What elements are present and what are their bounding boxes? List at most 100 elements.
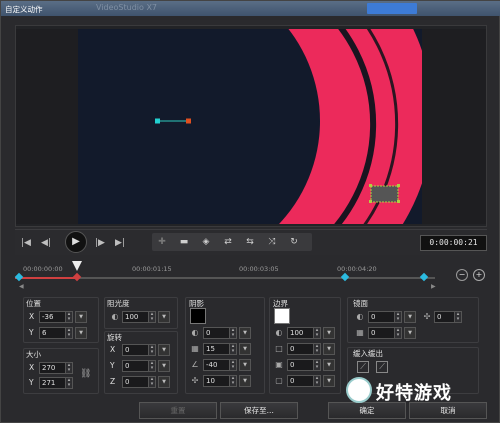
rotation-z-dropdown[interactable]: ▼ — [158, 376, 170, 388]
link-chain-icon[interactable]: ⛓ — [80, 369, 91, 379]
mirror-distance-icon: ✣ — [423, 312, 431, 321]
window-title: 自定义动作 — [5, 5, 43, 14]
keyframe-timeline[interactable]: 00:00:00:00 00:00:01:15 00:00:03:05 00:0… — [14, 259, 487, 293]
zoom-in-icon[interactable]: + — [473, 269, 485, 281]
background-app-button — [367, 3, 417, 14]
shadow-distance-input[interactable]: 10 ▴ ▾ — [203, 375, 237, 387]
preview-canvas[interactable] — [78, 29, 422, 224]
border-width-input[interactable]: 0 ▴ ▾ — [287, 343, 321, 355]
path-start-handle[interactable] — [155, 118, 160, 124]
next-frame-icon[interactable]: |▶ — [93, 236, 107, 250]
size-title: 大小 — [26, 350, 41, 359]
rotation-x-dropdown[interactable]: ▼ — [158, 344, 170, 356]
size-x-label: X — [29, 363, 35, 372]
keyframe-toolbar: ✚ ▬ ◈ ⇄ ⇆ ⤨ ↻ — [152, 233, 312, 251]
reverse-icon[interactable]: ◈ — [198, 235, 214, 249]
mirror-opacity-dropdown[interactable]: ▼ — [404, 311, 416, 323]
mirror-opacity-icon: ◐ — [356, 312, 364, 321]
preview-margin-left — [16, 29, 78, 224]
rotation-y-input[interactable]: 0 ▴ ▾ — [122, 360, 156, 372]
scroll-left-icon[interactable]: ◀ — [19, 283, 24, 290]
border-width-icon: □ — [275, 344, 283, 353]
zoom-out-icon[interactable]: − — [456, 269, 468, 281]
end-icon[interactable]: ▶| — [113, 236, 127, 250]
border-blur-input[interactable]: 0 ▴ ▾ — [287, 359, 321, 371]
shadow-opacity-input[interactable]: 0 ▴ ▾ — [203, 327, 237, 339]
shadow-color-swatch[interactable] — [190, 308, 206, 324]
ease-out-icon[interactable]: ⟋ — [376, 361, 388, 373]
size-x-input[interactable]: 270 ▴ ▾ — [39, 362, 73, 374]
opacity-title: 阻光度 — [107, 299, 130, 308]
ease-in-icon[interactable]: ⟋ — [357, 361, 369, 373]
rotation-x-label: X — [110, 345, 116, 354]
position-y-input[interactable]: 6 ▴ ▾ — [39, 327, 73, 339]
goto-icon[interactable]: ↻ — [286, 235, 302, 249]
border-style-icon: ▢ — [275, 376, 283, 385]
move-left-icon[interactable]: ⇄ — [220, 235, 236, 249]
position-x-dropdown[interactable]: ▼ — [75, 311, 87, 323]
rotation-y-dropdown[interactable]: ▼ — [158, 360, 170, 372]
scroll-right-icon[interactable]: ▶ — [431, 283, 436, 290]
size-y-label: Y — [29, 378, 34, 387]
object-bounding-box[interactable] — [370, 185, 399, 203]
border-blur-icon: ▣ — [275, 360, 283, 369]
resize-handle[interactable] — [397, 200, 400, 203]
opacity-input[interactable]: 100 ▴ ▾ — [122, 311, 156, 323]
remove-keyframe-icon[interactable]: ▬ — [176, 235, 192, 249]
save-to-button[interactable]: 保存至... — [220, 402, 298, 419]
border-style-dropdown[interactable]: ▼ — [323, 375, 335, 387]
border-width-dropdown[interactable]: ▼ — [323, 343, 335, 355]
title-bar: 自定义动作 VideoStudio X7 — [1, 1, 500, 16]
shadow-blur-dropdown[interactable]: ▼ — [239, 343, 251, 355]
preview-artwork — [78, 29, 422, 224]
tick-label: 00:00:00:00 — [23, 265, 63, 273]
preview-margin-right — [422, 29, 486, 224]
position-x-input[interactable]: -36 ▴ ▾ — [39, 311, 73, 323]
mirror-fade-icon: ▦ — [356, 328, 364, 337]
resize-handle[interactable] — [397, 184, 400, 187]
move-right-icon[interactable]: ⇆ — [242, 235, 258, 249]
shadow-opacity-dropdown[interactable]: ▼ — [239, 327, 251, 339]
rotation-y-label: Y — [110, 361, 115, 370]
shadow-opacity-icon: ◐ — [191, 328, 199, 337]
shadow-blur-input[interactable]: 15 ▴ ▾ — [203, 343, 237, 355]
home-icon[interactable]: |◀ — [19, 236, 33, 250]
easing-title: 缓入缓出 — [353, 349, 383, 358]
border-style-input[interactable]: 0 ▴ ▾ — [287, 375, 321, 387]
add-keyframe-icon[interactable]: ✚ — [154, 235, 170, 249]
transport-bar: |◀ ◀| ▶ |▶ ▶| ✚ ▬ ◈ ⇄ ⇆ ⤨ ↻ 0:00:00:21 — [15, 229, 487, 255]
shadow-distance-icon: ✣ — [191, 376, 199, 385]
timecode-display[interactable]: 0:00:00:21 — [420, 235, 487, 251]
dark-disc — [78, 29, 320, 224]
prev-frame-icon[interactable]: ◀| — [39, 236, 53, 250]
watermark-logo-icon — [346, 377, 372, 403]
rotation-z-label: Z — [110, 377, 116, 386]
mirror-opacity-input[interactable]: 0 ▴ ▾ — [368, 311, 402, 323]
mirror-fade-input[interactable]: 0 ▴ ▾ — [368, 327, 402, 339]
shadow-angle-input[interactable]: -40 ▴ ▾ — [203, 359, 237, 371]
position-x-label: X — [29, 312, 35, 321]
fit-icon[interactable]: ⤨ — [264, 235, 280, 249]
rotation-z-input[interactable]: 0 ▴ ▾ — [122, 376, 156, 388]
position-y-dropdown[interactable]: ▼ — [75, 327, 87, 339]
shadow-angle-dropdown[interactable]: ▼ — [239, 359, 251, 371]
reset-button[interactable]: 重置 — [139, 402, 217, 419]
shadow-angle-icon: ∠ — [191, 360, 199, 369]
mirror-title: 镜面 — [353, 299, 368, 308]
border-opacity-dropdown[interactable]: ▼ — [323, 327, 335, 339]
shadow-distance-dropdown[interactable]: ▼ — [239, 375, 251, 387]
resize-handle[interactable] — [369, 200, 372, 203]
play-button[interactable]: ▶ — [65, 231, 87, 253]
border-opacity-input[interactable]: 100 ▴ ▾ — [287, 327, 321, 339]
size-y-input[interactable]: 271 ▴ ▾ — [39, 377, 73, 389]
border-color-swatch[interactable] — [274, 308, 290, 324]
shadow-blur-icon: ▦ — [191, 344, 199, 353]
resize-handle[interactable] — [369, 184, 372, 187]
rotation-x-input[interactable]: 0 ▴ ▾ — [122, 344, 156, 356]
path-end-handle[interactable] — [186, 118, 191, 124]
border-blur-dropdown[interactable]: ▼ — [323, 359, 335, 371]
mirror-fade-dropdown[interactable]: ▼ — [404, 327, 416, 339]
border-opacity-icon: ◐ — [275, 328, 283, 337]
mirror-distance-input[interactable]: 0 ▴ ▾ — [434, 311, 462, 323]
opacity-dropdown[interactable]: ▼ — [158, 311, 170, 323]
